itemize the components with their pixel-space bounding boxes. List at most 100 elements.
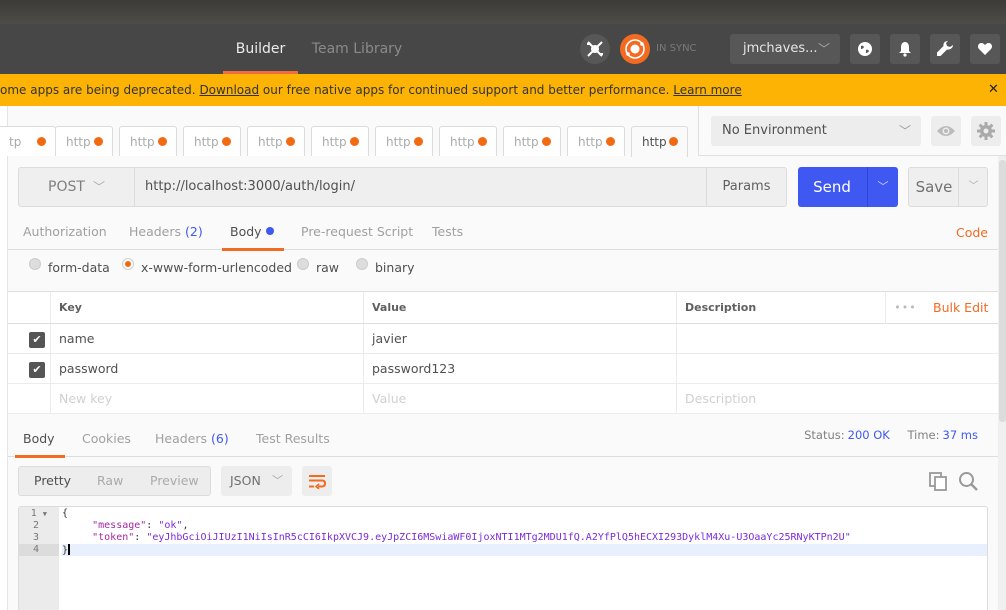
send-options-chevron-icon[interactable]: ﹀ bbox=[867, 167, 898, 207]
search-button[interactable] bbox=[958, 471, 978, 495]
heart-button[interactable] bbox=[970, 34, 1000, 64]
tab-builder[interactable]: Builder bbox=[223, 24, 298, 74]
request-tab[interactable]: http bbox=[375, 126, 433, 156]
response-tabs: Body Cookies Headers (6) Test Results St… bbox=[8, 420, 998, 458]
manage-environments-button[interactable] bbox=[971, 116, 1001, 146]
description-input[interactable] bbox=[676, 354, 998, 383]
unsaved-dot-icon bbox=[414, 137, 423, 146]
environment-select[interactable]: No Environment ﹀ bbox=[711, 116, 921, 146]
request-tab-label: http bbox=[322, 135, 347, 149]
format-raw-button[interactable]: Raw bbox=[97, 467, 123, 495]
unsaved-dot-icon bbox=[94, 137, 103, 146]
key-input[interactable]: password bbox=[50, 354, 363, 383]
row-enabled-checkbox[interactable]: ✔ bbox=[29, 332, 45, 348]
params-button[interactable]: Params bbox=[706, 167, 787, 207]
column-header-value: Value bbox=[363, 292, 676, 323]
wrap-lines-button[interactable] bbox=[302, 466, 332, 496]
learn-more-link[interactable]: Learn more bbox=[673, 83, 741, 97]
code-link[interactable]: Code bbox=[956, 213, 988, 253]
request-tab-label: http bbox=[130, 135, 155, 149]
language-value: JSON bbox=[230, 473, 261, 488]
tab-authorization[interactable]: Authorization bbox=[23, 213, 107, 250]
radio-form-data[interactable]: form-data bbox=[29, 258, 110, 275]
close-icon[interactable]: ✕ bbox=[988, 74, 999, 106]
copy-button[interactable] bbox=[928, 471, 948, 495]
sync-status: IN SYNC bbox=[656, 43, 697, 54]
value-input[interactable]: password123 bbox=[363, 354, 676, 383]
check-cell bbox=[8, 384, 50, 413]
unsaved-dot-icon bbox=[606, 137, 615, 146]
save-button[interactable]: Save ﹀ bbox=[908, 167, 988, 207]
method-select[interactable]: POST ﹀ bbox=[18, 167, 135, 207]
request-tab[interactable]: http bbox=[247, 126, 305, 156]
language-select[interactable]: JSON ﹀ bbox=[221, 466, 292, 496]
notifications-button[interactable] bbox=[890, 34, 920, 64]
interceptor-button[interactable] bbox=[580, 34, 610, 64]
request-tab[interactable]: http bbox=[55, 126, 113, 156]
key-input[interactable]: name bbox=[50, 324, 363, 353]
response-tab-cookies[interactable]: Cookies bbox=[82, 420, 131, 457]
new-key-input[interactable]: New key bbox=[50, 384, 363, 413]
request-tab[interactable]: tp bbox=[0, 126, 56, 156]
download-link[interactable]: Download bbox=[199, 83, 259, 97]
request-tab[interactable]: http bbox=[183, 126, 241, 156]
value-input[interactable]: javier bbox=[363, 324, 676, 353]
tab-headers[interactable]: Headers (2) bbox=[129, 213, 203, 250]
radio-x-www-form-urlencoded[interactable]: x-www-form-urlencoded bbox=[122, 258, 292, 275]
time-label: Time: bbox=[907, 428, 940, 442]
environment-quick-look-button[interactable] bbox=[931, 116, 961, 146]
request-tab[interactable]: http bbox=[311, 126, 369, 156]
fold-arrow-icon[interactable]: ▼ bbox=[43, 510, 47, 518]
response-tab-headers[interactable]: Headers (6) bbox=[155, 420, 229, 457]
request-tab[interactable]: http bbox=[567, 126, 625, 156]
send-button[interactable]: Send ﹀ bbox=[798, 167, 898, 207]
request-tab[interactable]: http bbox=[439, 126, 497, 156]
copy-icon bbox=[929, 472, 947, 491]
scrollbar-thumb[interactable] bbox=[999, 160, 1006, 422]
request-tab[interactable]: http bbox=[503, 126, 561, 156]
time-value[interactable]: 37 ms bbox=[943, 428, 978, 442]
response-tab-test-results[interactable]: Test Results bbox=[256, 420, 330, 457]
format-pretty-button[interactable]: Pretty bbox=[34, 467, 71, 495]
status-value[interactable]: 200 OK bbox=[848, 428, 890, 442]
settings-button[interactable] bbox=[930, 34, 960, 64]
tab-tests[interactable]: Tests bbox=[432, 213, 463, 250]
sync-button[interactable] bbox=[620, 34, 650, 64]
response-tab-body[interactable]: Body bbox=[15, 420, 64, 458]
json-key: "message" bbox=[92, 520, 147, 531]
radio-binary[interactable]: binary bbox=[356, 258, 415, 275]
response-meta: Status: 200 OK Time: 37 ms bbox=[804, 420, 978, 450]
description-input[interactable] bbox=[676, 324, 998, 353]
tab-label: Body bbox=[23, 431, 55, 446]
bulk-edit-link[interactable]: Bulk Edit bbox=[933, 292, 988, 324]
tab-team-library[interactable]: Team Library bbox=[308, 24, 406, 74]
response-body-editor[interactable]: 1 ▼ 2 3 4 { "message": "ok", "token": "e… bbox=[18, 506, 988, 610]
radio-raw[interactable]: raw bbox=[297, 258, 339, 275]
request-tab-label: http bbox=[194, 135, 219, 149]
globe-button[interactable] bbox=[850, 34, 880, 64]
tab-body[interactable]: Body bbox=[222, 213, 284, 251]
request-tab-active[interactable]: http bbox=[631, 126, 688, 157]
save-options-chevron-icon[interactable]: ﹀ bbox=[958, 168, 988, 206]
format-preview-button[interactable]: Preview bbox=[150, 467, 199, 495]
radio-label: x-www-form-urlencoded bbox=[141, 260, 292, 275]
request-tabs-bar: tp http http http http http http http ht… bbox=[0, 106, 698, 157]
request-tab[interactable]: http bbox=[119, 126, 177, 156]
unsaved-dot-icon bbox=[158, 137, 167, 146]
column-header-key: Key bbox=[50, 292, 363, 323]
table-row: ✔ name javier bbox=[8, 324, 998, 354]
chevron-down-icon: ﹀ bbox=[93, 180, 106, 194]
search-icon bbox=[959, 472, 978, 491]
body-indicator-dot-icon bbox=[265, 227, 274, 235]
new-description-input[interactable]: Description bbox=[676, 384, 998, 413]
wrap-lines-icon bbox=[309, 475, 326, 489]
request-tab-label: http bbox=[578, 135, 603, 149]
window-titlebar bbox=[0, 0, 1006, 24]
unsaved-dot-icon bbox=[478, 137, 487, 146]
more-options-icon[interactable]: ••• bbox=[885, 292, 925, 324]
url-input[interactable]: http://localhost:3000/auth/login/ bbox=[134, 167, 707, 207]
tab-pre-request-script[interactable]: Pre-request Script bbox=[301, 213, 413, 250]
new-value-input[interactable]: Value bbox=[363, 384, 676, 413]
user-dropdown[interactable]: jmchaves... ﹀ bbox=[730, 34, 840, 64]
row-enabled-checkbox[interactable]: ✔ bbox=[29, 362, 45, 378]
